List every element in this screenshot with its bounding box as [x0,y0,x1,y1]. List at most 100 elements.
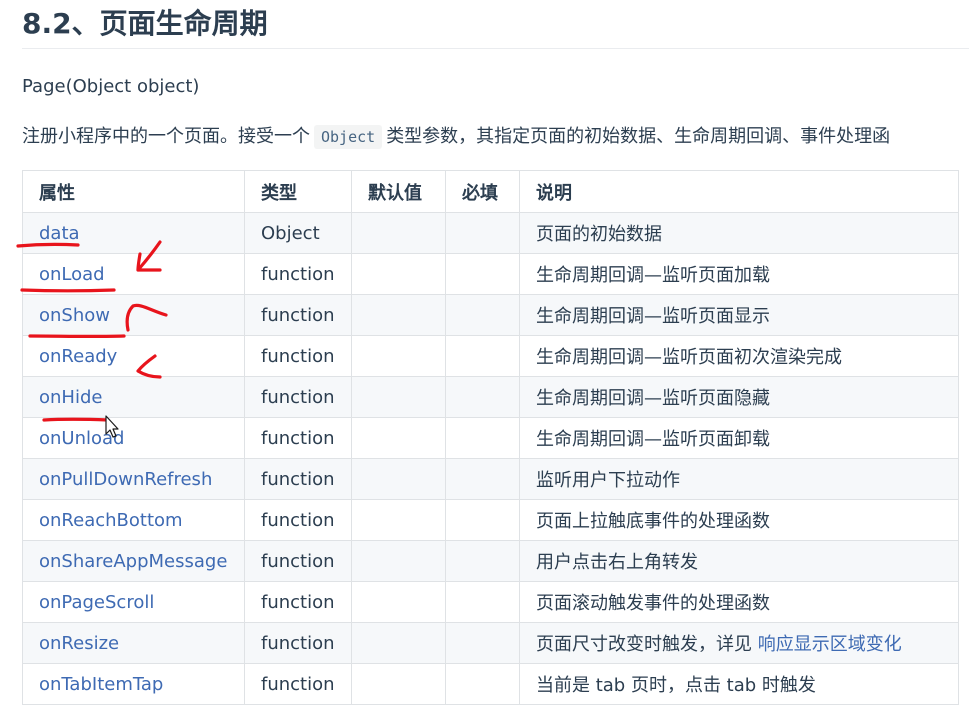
col-header-description: 说明 [519,170,959,213]
property-link[interactable]: data [39,223,80,244]
description-text: 当前是 tab 页时，点击 tab 时触发 [536,675,816,696]
cell-property: onUnload [22,417,245,459]
cell-description: 生命周期回调—监听页面显示 [519,294,959,336]
cell-required [445,663,520,705]
cell-type: function [244,417,352,459]
description-text: 监听用户下拉动作 [536,470,680,491]
cell-required [445,458,520,500]
cell-description: 用户点击右上角转发 [519,540,959,582]
cell-default [351,622,446,664]
description-text: 生命周期回调—监听页面显示 [536,306,770,327]
cell-default [351,417,446,459]
cell-description: 页面尺寸改变时触发，详见 响应显示区域变化 [519,622,959,664]
table-row: onHide function 生命周期回调—监听页面隐藏 [22,376,959,418]
table-row: onLoad function 生命周期回调—监听页面加载 [22,253,959,295]
cell-description: 页面滚动触发事件的处理函数 [519,581,959,623]
desc-text-before: 注册小程序中的一个页面。接受一个 [22,126,310,147]
cell-description: 页面的初始数据 [519,212,959,254]
cell-default [351,335,446,377]
page-properties-table: 属性 类型 默认值 必填 说明 data Object 页面的初始数据 onLoad f… [22,170,959,705]
cell-type: function [244,458,352,500]
table-row: onShareAppMessage function 用户点击右上角转发 [22,540,959,582]
cell-description: 生命周期回调—监听页面加载 [519,253,959,295]
cell-required [445,499,520,541]
cell-default [351,294,446,336]
cell-description: 生命周期回调—监听页面隐藏 [519,376,959,418]
property-link[interactable]: onPageScroll [39,592,154,613]
cell-default [351,376,446,418]
cell-required [445,376,520,418]
description-text: 页面的初始数据 [536,224,662,245]
cell-type: function [244,294,352,336]
cell-type: function [244,335,352,377]
cell-description: 生命周期回调—监听页面初次渲染完成 [519,335,959,377]
col-header-default: 默认值 [351,170,446,213]
page-signature: Page(Object object) [22,76,200,97]
property-link[interactable]: onTabItemTap [39,674,163,695]
cell-required [445,622,520,664]
cell-property: onReachBottom [22,499,245,541]
description-text: 页面滚动触发事件的处理函数 [536,593,770,614]
cell-type: function [244,622,352,664]
property-link[interactable]: onResize [39,633,119,654]
cell-property: onLoad [22,253,245,295]
heading-divider [22,48,969,49]
property-link[interactable]: onHide [39,387,102,408]
cell-property: onReady [22,335,245,377]
cell-required [445,335,520,377]
property-link[interactable]: onShareAppMessage [39,551,227,572]
cell-type: function [244,663,352,705]
cell-type: function [244,540,352,582]
cell-type: function [244,253,352,295]
table-row: onReachBottom function 页面上拉触底事件的处理函数 [22,499,959,541]
cell-required [445,540,520,582]
cell-default [351,458,446,500]
cell-property: onResize [22,622,245,664]
page-description: 注册小程序中的一个页面。接受一个 Object 类型参数，其指定页面的初始数据、生命… [22,123,890,151]
table-row: onTabItemTap function 当前是 tab 页时，点击 tab 时触… [22,663,959,705]
property-link[interactable]: onReady [39,346,117,367]
table-row: onPullDownRefresh function 监听用户下拉动作 [22,458,959,500]
table-row: onShow function 生命周期回调—监听页面显示 [22,294,959,336]
cell-default [351,212,446,254]
cell-description: 生命周期回调—监听页面卸载 [519,417,959,459]
table-row: data Object 页面的初始数据 [22,212,959,254]
cell-type: function [244,376,352,418]
cell-property: data [22,212,245,254]
cell-property: onPullDownRefresh [22,458,245,500]
responsive-area-link[interactable]: 响应显示区域变化 [758,634,902,655]
cell-default [351,663,446,705]
cell-default [351,540,446,582]
property-link[interactable]: onLoad [39,264,105,285]
cell-description: 监听用户下拉动作 [519,458,959,500]
col-header-type: 类型 [244,170,352,213]
cell-required [445,294,520,336]
cell-required [445,417,520,459]
property-link[interactable]: onPullDownRefresh [39,469,212,490]
table-header-row: 属性 类型 默认值 必填 说明 [22,170,959,213]
property-link[interactable]: onReachBottom [39,510,183,531]
table-row: onResize function 页面尺寸改变时触发，详见 响应显示区域变化 [22,622,959,664]
col-header-required: 必填 [445,170,520,213]
desc-text-after: 类型参数，其指定页面的初始数据、生命周期回调、事件处理函 [386,126,891,147]
description-text: 生命周期回调—监听页面卸载 [536,429,770,450]
table-row: onPageScroll function 页面滚动触发事件的处理函数 [22,581,959,623]
cell-default [351,581,446,623]
description-text: 生命周期回调—监听页面加载 [536,265,770,286]
description-text: 页面尺寸改变时触发，详见 [536,634,752,655]
table-row: onUnload function 生命周期回调—监听页面卸载 [22,417,959,459]
cell-required [445,253,520,295]
cell-description: 当前是 tab 页时，点击 tab 时触发 [519,663,959,705]
property-link[interactable]: onUnload [39,428,124,449]
page-heading: 8.2、页面生命周期 [22,7,268,40]
property-link[interactable]: onShow [39,305,110,326]
cell-property: onShow [22,294,245,336]
object-type-code: Object [314,125,383,149]
description-text: 用户点击右上角转发 [536,552,698,573]
cell-default [351,253,446,295]
description-text: 生命周期回调—监听页面初次渲染完成 [536,347,842,368]
cell-default [351,499,446,541]
cell-required [445,581,520,623]
cell-required [445,212,520,254]
cell-property: onPageScroll [22,581,245,623]
